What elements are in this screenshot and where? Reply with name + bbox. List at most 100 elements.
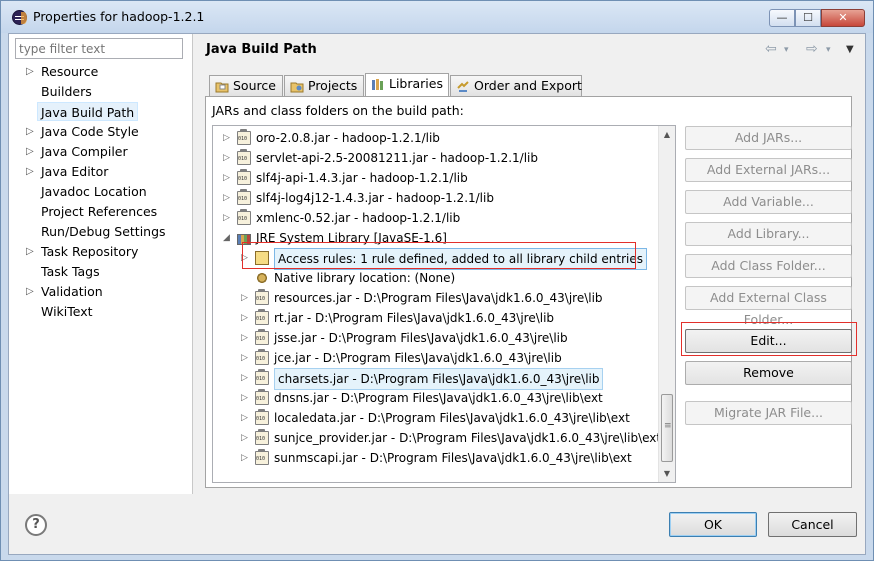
nav-item-validation[interactable]: ▷ Validation	[26, 282, 103, 301]
tree-vertical-scrollbar[interactable]: ▲ ▼	[658, 126, 675, 482]
back-arrow-icon[interactable]: ⇦	[765, 41, 777, 57]
scroll-up-arrow-icon[interactable]: ▲	[659, 126, 675, 143]
java-build-path-page: Java Build Path ⇦ ▾ ⇨ ▾ ▼ Source Project…	[194, 34, 866, 494]
dialog-client-area: ▷ResourceBuildersJava Build Path▷Java Co…	[8, 33, 866, 555]
nav-item-java-compiler[interactable]: ▷ Java Compiler	[26, 142, 128, 161]
tree-row[interactable]: ▷ oro-2.0.8.jar - hadoop-1.2.1/lib	[213, 128, 658, 148]
tree-row[interactable]: ▷ sunjce_provider.jar - D:\Program Files\…	[213, 428, 661, 448]
ok-button[interactable]: OK	[669, 512, 757, 537]
maximize-button[interactable]: ☐	[795, 9, 821, 27]
expand-arrow-icon[interactable]: ▷	[241, 328, 251, 348]
filter-input[interactable]	[15, 38, 183, 59]
close-button[interactable]: ✕	[821, 9, 865, 27]
expand-arrow-icon[interactable]: ▷	[241, 308, 251, 328]
forward-menu-icon[interactable]: ▾	[826, 45, 831, 55]
tree-row[interactable]: ▷ localedata.jar - D:\Program Files\Java\…	[213, 408, 658, 428]
add-external-jars-button[interactable]: Add External JARs...	[685, 158, 852, 182]
jar-icon	[255, 409, 269, 425]
collapse-arrow-icon[interactable]: ◢	[223, 228, 233, 248]
back-menu-icon[interactable]: ▾	[784, 45, 789, 55]
projects-icon	[290, 82, 304, 93]
tree-row-label: dnsns.jar - D:\Program Files\Java\jdk1.6…	[274, 391, 603, 405]
tree-row[interactable]: ▷ charsets.jar - D:\Program Files\Java\jd…	[213, 368, 658, 390]
nav-item-task-tags[interactable]: Task Tags	[41, 262, 100, 281]
tree-row[interactable]: ▷ slf4j-log4j12-1.4.3.jar - hadoop-1.2.1/…	[213, 188, 658, 208]
add-class-folder-button[interactable]: Add Class Folder...	[685, 254, 852, 278]
nav-item-builders[interactable]: Builders	[41, 82, 92, 101]
tab-projects[interactable]: Projects	[284, 75, 364, 96]
tree-row[interactable]: ▷ dnsns.jar - D:\Program Files\Java\jdk1.…	[213, 388, 658, 408]
tree-row[interactable]: ▷ slf4j-api-1.4.3.jar - hadoop-1.2.1/lib	[213, 168, 658, 188]
nav-item-label: Java Code Style	[41, 124, 139, 139]
expand-arrow-icon[interactable]: ▷	[223, 168, 233, 188]
nav-item-wikitext[interactable]: WikiText	[41, 302, 93, 321]
tree-row[interactable]: ▷ jsse.jar - D:\Program Files\Java\jdk1.6…	[213, 328, 658, 348]
expand-arrow-icon[interactable]: ▷	[223, 128, 233, 148]
tree-row-label: charsets.jar - D:\Program Files\Java\jdk…	[274, 368, 604, 390]
expand-arrow-icon[interactable]: ▷	[241, 288, 251, 308]
jar-icon	[255, 389, 269, 405]
title-bar[interactable]: Properties for hadoop-1.2.1 — ☐ ✕	[1, 1, 873, 33]
expand-arrow-icon[interactable]: ▷	[241, 388, 251, 408]
expand-arrow-icon[interactable]: ▷	[241, 368, 251, 388]
remove-button[interactable]: Remove	[685, 361, 852, 385]
expand-arrow-icon[interactable]: ▷	[26, 242, 38, 261]
add-jars-button[interactable]: Add JARs...	[685, 126, 852, 150]
eclipse-icon	[12, 10, 27, 25]
tab-libraries[interactable]: Libraries	[365, 73, 449, 97]
nav-item-label: WikiText	[41, 304, 93, 319]
tree-row[interactable]: ▷ resources.jar - D:\Program Files\Java\j…	[213, 288, 658, 308]
nav-item-javadoc-location[interactable]: Javadoc Location	[41, 182, 147, 201]
tab-source-label: Source	[233, 78, 276, 93]
tree-row[interactable]: Native library location: (None)	[213, 268, 658, 288]
nav-item-java-build-path[interactable]: Java Build Path	[37, 102, 139, 121]
expand-arrow-icon[interactable]: ▷	[26, 282, 38, 301]
tree-row[interactable]: ▷ sunmscapi.jar - D:\Program Files\Java\j…	[213, 448, 658, 468]
expand-arrow-icon[interactable]: ▷	[223, 188, 233, 208]
view-menu-icon[interactable]: ▼	[846, 44, 854, 55]
window-title: Properties for hadoop-1.2.1	[33, 9, 205, 24]
tree-row-label: rt.jar - D:\Program Files\Java\jdk1.6.0_…	[274, 311, 555, 325]
nav-item-resource[interactable]: ▷ Resource	[26, 62, 98, 81]
help-icon[interactable]: ?	[25, 514, 47, 536]
expand-arrow-icon[interactable]: ▷	[241, 448, 251, 468]
jar-icon	[237, 209, 251, 225]
scroll-thumb[interactable]	[661, 394, 673, 462]
tree-row[interactable]: ▷ jce.jar - D:\Program Files\Java\jdk1.6.…	[213, 348, 658, 368]
libraries-tab-content: JARs and class folders on the build path…	[205, 96, 857, 488]
expand-arrow-icon[interactable]: ▷	[26, 122, 38, 141]
add-external-class-folder-button[interactable]: Add External Class Folder...	[685, 286, 852, 327]
add-library-button[interactable]: Add Library...	[685, 222, 852, 246]
tree-row-label: xmlenc-0.52.jar - hadoop-1.2.1/lib	[256, 211, 461, 225]
expand-arrow-icon[interactable]: ▷	[241, 408, 251, 428]
add-variable-button[interactable]: Add Variable...	[685, 190, 852, 214]
tree-row[interactable]: ▷ servlet-api-2.5-20081211.jar - hadoop-1…	[213, 148, 658, 168]
nav-item-task-repository[interactable]: ▷ Task Repository	[26, 242, 139, 261]
expand-arrow-icon[interactable]: ▷	[26, 142, 38, 161]
tree-row[interactable]: ▷ rt.jar - D:\Program Files\Java\jdk1.6.0…	[213, 308, 658, 328]
nav-item-java-code-style[interactable]: ▷ Java Code Style	[26, 122, 139, 141]
expand-arrow-icon[interactable]: ▷	[241, 428, 251, 448]
expand-arrow-icon[interactable]: ▷	[26, 162, 38, 181]
nav-item-run-debug-settings[interactable]: Run/Debug Settings	[41, 222, 166, 241]
nav-item-label: Task Repository	[41, 244, 139, 259]
nav-item-java-editor[interactable]: ▷ Java Editor	[26, 162, 108, 181]
nav-item-project-references[interactable]: Project References	[41, 202, 157, 221]
tab-order-and-export[interactable]: Order and Export	[450, 75, 582, 96]
expand-arrow-icon[interactable]: ▷	[223, 208, 233, 228]
expand-arrow-icon[interactable]: ▷	[241, 348, 251, 368]
libraries-tree[interactable]: ▷ oro-2.0.8.jar - hadoop-1.2.1/lib ▷ servle…	[212, 125, 676, 483]
expand-arrow-icon[interactable]: ▷	[26, 62, 38, 81]
scroll-down-arrow-icon[interactable]: ▼	[659, 465, 675, 482]
expand-arrow-icon[interactable]: ▷	[223, 148, 233, 168]
migrate-jar-button[interactable]: Migrate JAR File...	[685, 401, 852, 425]
cancel-button[interactable]: Cancel	[768, 512, 857, 537]
forward-arrow-icon[interactable]: ⇨	[806, 41, 818, 57]
jar-icon	[237, 169, 251, 185]
access-rules-highlight-box	[242, 242, 636, 269]
tab-projects-label: Projects	[308, 78, 358, 93]
tab-source[interactable]: Source	[209, 75, 283, 96]
tree-row-label: jce.jar - D:\Program Files\Java\jdk1.6.0…	[274, 351, 562, 365]
minimize-button[interactable]: —	[769, 9, 795, 27]
tree-row[interactable]: ▷ xmlenc-0.52.jar - hadoop-1.2.1/lib	[213, 208, 658, 228]
